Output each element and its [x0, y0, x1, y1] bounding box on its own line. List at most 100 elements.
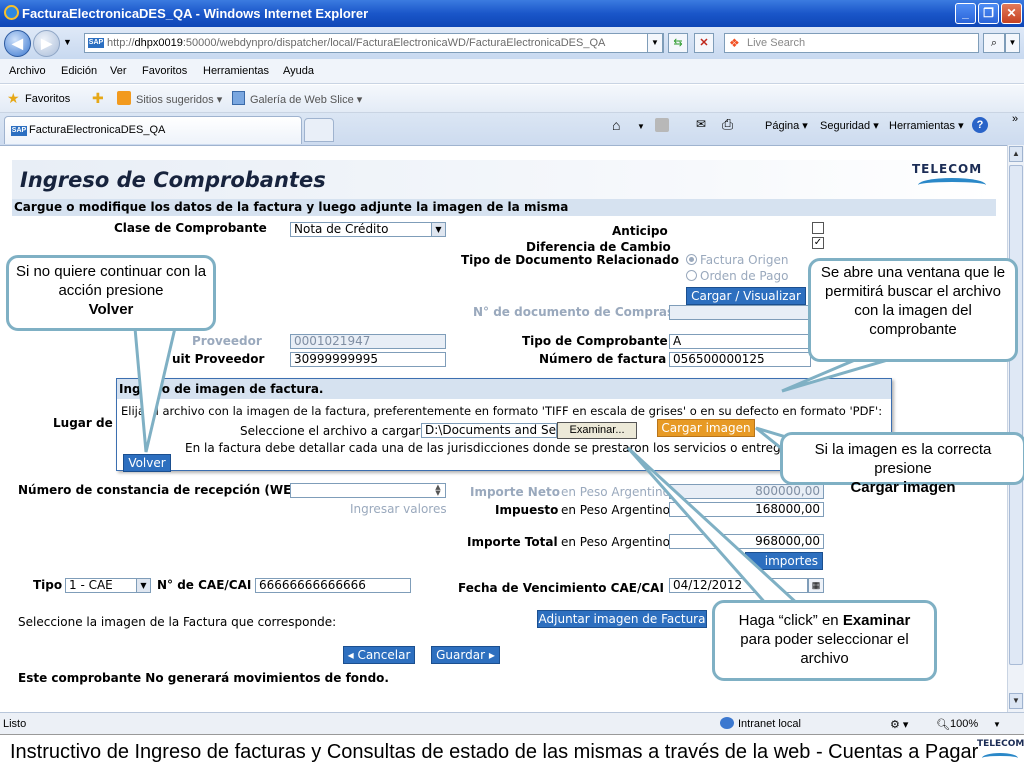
dialog-note: En la factura debe detallar cada una de …	[185, 441, 807, 455]
protected-mode-icon[interactable]: ⚙ ▾	[890, 718, 908, 731]
numero-factura-field[interactable]: 056500000125	[669, 352, 811, 367]
clase-comprobante-select[interactable]: Nota de Crédito ▼	[290, 222, 446, 237]
tipo-comprobante-field[interactable]: A	[669, 334, 811, 349]
status-bar: Listo Intranet local ⚙ ▾ 🔍︎ 100% ▼	[0, 712, 1024, 734]
live-search-icon: ❖	[729, 36, 740, 50]
constancia-recepcion-label: Número de constancia de recepción (WE)	[18, 483, 297, 497]
tab-label: FacturaElectronicaDES_QA	[29, 124, 166, 136]
suggested-sites-icon	[117, 91, 131, 105]
web-slice-gallery-link[interactable]: Galería de Web Slice ▾	[250, 93, 362, 106]
spinner-icon[interactable]: ▲ ▼	[431, 484, 445, 497]
scroll-up-icon[interactable]: ▲	[1009, 146, 1023, 162]
dialog-instructions: Elija el archivo con la imagen de la fac…	[121, 404, 883, 418]
file-label: Seleccione el archivo a cargar:	[240, 424, 425, 438]
more-commands-icon[interactable]: »	[1012, 113, 1018, 125]
nro-doc-compras-field[interactable]	[669, 305, 811, 320]
volver-button[interactable]: Volver	[123, 454, 171, 472]
calendar-icon[interactable]: ▦	[808, 578, 824, 593]
history-dropdown-icon[interactable]: ▼	[63, 37, 72, 47]
menu-archivo[interactable]: Archivo	[9, 65, 46, 77]
new-tab-button[interactable]	[304, 118, 334, 142]
forward-button[interactable]: ▶	[33, 30, 60, 57]
file-path-input[interactable]: D:\Documents and Set	[421, 423, 557, 438]
back-button[interactable]: ◀	[4, 30, 31, 57]
address-dropdown-icon[interactable]: ▼	[647, 33, 663, 53]
examinar-button[interactable]: Examinar...	[557, 422, 637, 439]
favorites-button[interactable]: Favoritos	[25, 93, 70, 105]
clase-comprobante-label: Clase de Comprobante	[114, 221, 267, 235]
radio-factura-origen[interactable]	[686, 254, 697, 265]
anticipo-checkbox[interactable]	[812, 222, 824, 234]
cuit-proveedor-field[interactable]: 30999999995	[290, 352, 446, 367]
cargar-imagen-button[interactable]: Cargar imagen	[657, 419, 755, 437]
zoom-dropdown-icon[interactable]: ▼	[993, 720, 1001, 729]
feeds-icon[interactable]	[655, 118, 669, 132]
search-options-icon[interactable]: ▼	[1005, 33, 1020, 53]
importe-neto-field[interactable]: 800000,00	[669, 484, 824, 499]
guardar-label: Guardar	[436, 648, 486, 662]
zoom-icon: 🔍︎	[936, 719, 950, 731]
importes-button[interactable]: importes	[745, 552, 823, 570]
address-bar[interactable]: SAP http://dhpx0019:50000/webdynpro/disp…	[84, 33, 664, 53]
proveedor-field[interactable]: 0001021947	[290, 334, 446, 349]
close-button[interactable]: ✕	[1001, 3, 1022, 24]
importe-total-field[interactable]: 968000,00	[669, 534, 824, 549]
callout-ventana: Se abre una ventana que le permitirá bus…	[808, 258, 1018, 362]
nro-cae-field[interactable]: 66666666666666	[255, 578, 411, 593]
scroll-thumb[interactable]	[1009, 165, 1023, 665]
radio-orden-pago[interactable]	[686, 270, 697, 281]
impuesto-label: Impuesto	[495, 503, 559, 517]
ingresar-valores-link[interactable]: Ingresar valores	[350, 502, 447, 516]
zoom-level[interactable]: 100%	[950, 718, 978, 730]
page-subtitle: Cargue o modifique los datos de la factu…	[12, 199, 996, 216]
tab-active[interactable]: SAP FacturaElectronicaDES_QA	[4, 116, 302, 144]
callout-examinar-bold: Examinar	[842, 612, 911, 629]
home-dropdown-icon[interactable]: ▼	[637, 122, 645, 131]
mail-icon[interactable]: ✉	[696, 117, 706, 131]
menu-edicion[interactable]: Edición	[61, 65, 97, 77]
chevron-right-icon: ▸	[485, 648, 495, 662]
chevron-left-icon: ◂	[347, 648, 358, 662]
telecom-logo-swoosh	[918, 178, 986, 192]
suggested-sites-link[interactable]: Sitios sugeridos ▾	[136, 93, 222, 106]
callout-volver: Si no quiere continuar con la acción pre…	[6, 255, 216, 331]
footer-telecom-logo: TELECOM	[977, 739, 1024, 749]
chevron-down-icon: ▼	[431, 223, 445, 236]
vertical-scrollbar[interactable]: ▲ ▼	[1007, 145, 1024, 712]
refresh-icon[interactable]: ⇆	[668, 33, 688, 53]
search-input[interactable]: ❖ Live Search	[724, 33, 979, 53]
maximize-button[interactable]: ❐	[978, 3, 999, 24]
menu-ver[interactable]: Ver	[110, 65, 127, 77]
constancia-recepcion-field[interactable]: ▲ ▼	[290, 483, 446, 498]
cancelar-label: Cancelar	[357, 648, 411, 662]
security-zone: Intranet local	[738, 718, 801, 730]
guardar-button[interactable]: Guardar ▸	[431, 646, 500, 664]
tools-menu[interactable]: Herramientas ▾	[889, 119, 964, 132]
callout-examinar-text: Haga “click” en	[738, 612, 839, 629]
menu-herramientas[interactable]: Herramientas	[203, 65, 269, 77]
add-favorite-icon[interactable]: ✚	[92, 90, 104, 107]
tipo-doc-relacionado-label: Tipo de Documento Relacionado	[461, 253, 679, 267]
help-icon[interactable]: ?	[972, 117, 988, 133]
nro-doc-compras-label: N° de documento de Compras	[473, 305, 675, 319]
fecha-vencimiento-field[interactable]: 04/12/2012	[669, 578, 808, 593]
diferencia-cambio-checkbox[interactable]: ✓	[812, 237, 824, 249]
minimize-button[interactable]: _	[955, 3, 976, 24]
menu-ayuda[interactable]: Ayuda	[283, 65, 314, 77]
home-icon[interactable]: ⌂	[612, 117, 620, 133]
adjuntar-imagen-button[interactable]: Adjuntar imagen de Factura	[537, 610, 707, 628]
impuesto-field[interactable]: 168000,00	[669, 502, 824, 517]
slide-footer: Instructivo de Ingreso de facturas y Con…	[0, 734, 1024, 768]
scroll-down-icon[interactable]: ▼	[1009, 693, 1023, 709]
callout-examinar-post: para poder seleccionar el archivo	[740, 631, 909, 667]
tipo-select[interactable]: 1 - CAE ▼	[65, 578, 151, 593]
page-menu[interactable]: Página ▾	[765, 119, 808, 132]
cancelar-button[interactable]: ◂ Cancelar	[343, 646, 415, 664]
search-go-icon[interactable]: ⌕	[983, 33, 1005, 53]
radio-factura-origen-label: Factura Origen	[700, 253, 789, 267]
security-menu[interactable]: Seguridad ▾	[820, 119, 879, 132]
cargar-visualizar-button[interactable]: Cargar / Visualizar	[686, 287, 806, 305]
menu-favoritos[interactable]: Favoritos	[142, 65, 187, 77]
stop-icon[interactable]: ✕	[694, 33, 714, 53]
print-icon[interactable]: ⎙	[722, 116, 733, 133]
